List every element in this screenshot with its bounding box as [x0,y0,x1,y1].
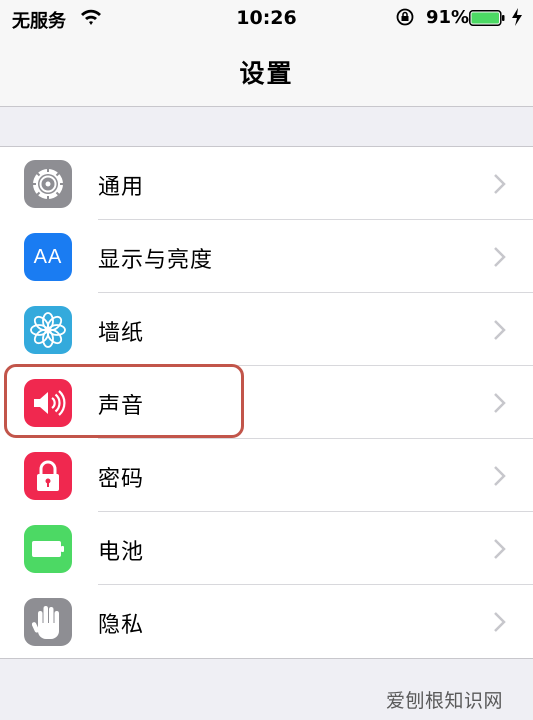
speaker-icon [24,379,72,427]
page-title: 设置 [239,59,294,88]
chevron-right-icon [494,539,506,559]
chevron-right-icon [494,320,506,340]
settings-row-display-brightness[interactable]: AA 显示与亮度 [0,220,533,293]
hand-icon [24,598,72,646]
chevron-right-icon [494,612,506,632]
settings-row-label: 声音 [98,394,145,419]
settings-row-general[interactable]: 通用 [0,147,533,220]
chevron-right-icon [494,393,506,413]
battery-icon [24,525,72,573]
settings-row-label: 通用 [98,175,145,200]
settings-row-passcode[interactable]: 密码 [0,439,533,512]
status-bar: 无服务 10:26 91% [0,0,533,36]
lock-icon [24,452,72,500]
settings-row-sounds[interactable]: 声音 [0,366,533,439]
battery-status-icon [469,10,505,26]
chevron-right-icon [494,247,506,267]
navigation-bar: 设置 [0,36,533,107]
rotation-lock-icon [396,8,414,26]
display-brightness-icon: AA [24,233,72,281]
battery-percent: 91% [426,7,470,28]
settings-row-label: 显示与亮度 [98,248,214,273]
settings-list: 通用 AA 显示与亮度 墙纸 声音 密码 电池 隐私 [0,146,533,659]
chevron-right-icon [494,174,506,194]
chevron-right-icon [494,466,506,486]
settings-row-label: 密码 [98,467,145,492]
settings-row-label: 隐私 [98,613,145,638]
display-icon-glyph: AA [33,245,63,268]
charging-bolt-icon [512,8,522,26]
wallpaper-flower-icon [24,306,72,354]
settings-row-label: 电池 [98,540,145,565]
gear-icon [24,160,72,208]
watermark: 爱刨根知识网 [386,690,504,712]
settings-row-label: 墙纸 [98,321,145,346]
settings-row-battery[interactable]: 电池 [0,512,533,585]
settings-row-privacy[interactable]: 隐私 [0,585,533,658]
settings-row-wallpaper[interactable]: 墙纸 [0,293,533,366]
